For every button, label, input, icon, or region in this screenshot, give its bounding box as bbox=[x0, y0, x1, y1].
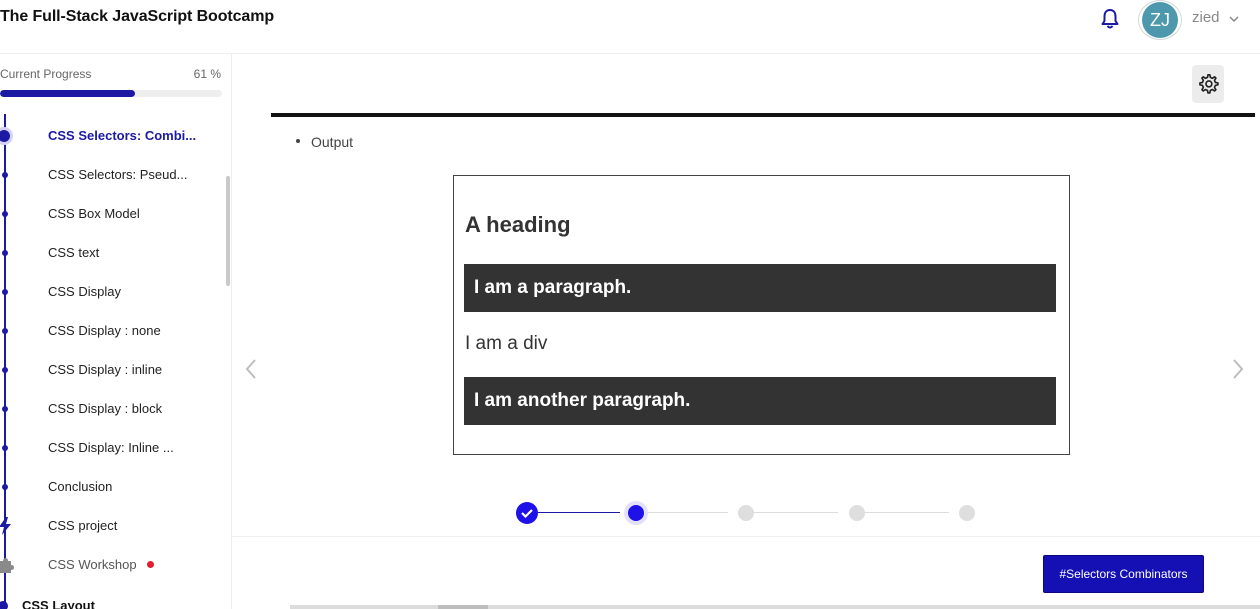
lesson-label: CSS Display : none bbox=[48, 323, 161, 338]
lesson-item[interactable]: CSS Selectors: Pseud... bbox=[0, 157, 226, 196]
settings-button[interactable] bbox=[1192, 65, 1224, 103]
puzzle-icon bbox=[0, 556, 15, 574]
lesson-item[interactable]: CSS Display : inline bbox=[0, 352, 226, 391]
next-arrow-icon[interactable] bbox=[1230, 357, 1246, 381]
lesson-item[interactable]: CSS Display : none bbox=[0, 313, 226, 352]
lesson-dot bbox=[2, 250, 8, 256]
avatar[interactable]: ZJ bbox=[1138, 0, 1182, 40]
content-divider bbox=[271, 113, 1255, 117]
bell-icon[interactable] bbox=[1100, 8, 1120, 30]
demo-paragraph: I am a paragraph. bbox=[464, 264, 1056, 312]
lesson-item[interactable]: CSS Selectors: Combi... bbox=[0, 118, 226, 157]
lesson-label: CSS Box Model bbox=[48, 206, 140, 221]
next-lesson-button[interactable]: #Selectors Combinators bbox=[1043, 555, 1204, 593]
step-upcoming[interactable] bbox=[849, 505, 865, 521]
app-root: The Full-Stack JavaScript Bootcamp ZJ zi… bbox=[0, 0, 1260, 609]
step-completed[interactable] bbox=[516, 502, 538, 524]
gear-icon bbox=[1197, 73, 1219, 98]
lesson-dot bbox=[2, 406, 8, 412]
lesson-dot bbox=[2, 289, 8, 295]
sidebar: Current Progress 61 % CSS Selectors: Com… bbox=[0, 54, 232, 609]
lesson-item[interactable]: CSS Box Model bbox=[0, 196, 226, 235]
progress-bar bbox=[0, 90, 222, 97]
demo-paragraph: I am another paragraph. bbox=[464, 377, 1056, 425]
lightning-icon bbox=[0, 517, 12, 535]
lesson-label: CSS project bbox=[48, 518, 118, 533]
notification-dot bbox=[146, 561, 154, 568]
lesson-label: CSS Display : block bbox=[48, 401, 163, 416]
lesson-item-workshop[interactable]: CSS Workshop bbox=[0, 547, 226, 586]
chevron-down-icon[interactable] bbox=[1228, 12, 1240, 24]
lesson-item[interactable]: CSS Display: Inline ... bbox=[0, 430, 226, 469]
lesson-dot bbox=[2, 445, 8, 451]
prev-arrow-icon[interactable] bbox=[243, 357, 259, 381]
lesson-label: CSS Selectors: Combi... bbox=[48, 128, 197, 143]
lesson-dot bbox=[2, 484, 8, 490]
section-header[interactable]: CSS Layout bbox=[22, 598, 95, 609]
progress-bar-fill bbox=[0, 90, 136, 97]
lesson-item-project[interactable]: CSS project bbox=[0, 508, 226, 547]
course-title: The Full-Stack JavaScript Bootcamp bbox=[0, 8, 275, 25]
top-bar: The Full-Stack JavaScript Bootcamp ZJ zi… bbox=[0, 0, 1260, 54]
output-preview: A heading I am a paragraph. I am a div I… bbox=[453, 175, 1070, 455]
lesson-label: CSS Selectors: Pseud... bbox=[48, 167, 188, 182]
lesson-label: CSS Display : inline bbox=[48, 362, 163, 377]
check-icon bbox=[521, 509, 533, 519]
section-dot bbox=[0, 601, 8, 609]
horizontal-scrollbar[interactable] bbox=[290, 605, 1260, 609]
footer-bar: #Selectors Combinators bbox=[232, 536, 1260, 609]
sidebar-scrollbar[interactable] bbox=[226, 176, 230, 286]
main-content: Output A heading I am a paragraph. I am … bbox=[232, 54, 1260, 609]
scrollbar-thumb[interactable] bbox=[438, 605, 488, 609]
step-upcoming[interactable] bbox=[738, 505, 754, 521]
lesson-dot bbox=[2, 367, 8, 373]
progress-percent: 61 % bbox=[193, 67, 221, 81]
lesson-active-dot bbox=[0, 130, 10, 142]
lesson-item[interactable]: Conclusion bbox=[0, 469, 226, 508]
avatar-initials: ZJ bbox=[1142, 2, 1178, 38]
step-connector bbox=[636, 512, 728, 513]
lesson-item[interactable]: CSS Display bbox=[0, 274, 226, 313]
step-upcoming[interactable] bbox=[959, 505, 975, 521]
step-connector bbox=[746, 512, 838, 513]
lesson-dot bbox=[2, 328, 8, 334]
lesson-dot bbox=[2, 172, 8, 178]
demo-heading: A heading bbox=[465, 212, 571, 237]
username[interactable]: zied bbox=[1192, 9, 1220, 26]
lesson-label: CSS text bbox=[48, 245, 100, 260]
progress-label: Current Progress bbox=[0, 67, 92, 81]
lesson-label: CSS Display bbox=[48, 284, 121, 299]
lesson-dot bbox=[2, 211, 8, 217]
demo-div: I am a div bbox=[465, 333, 548, 354]
step-connector bbox=[856, 512, 949, 513]
bullet bbox=[296, 139, 300, 143]
step-current[interactable] bbox=[628, 505, 644, 521]
workshop-label: CSS Workshop bbox=[48, 557, 137, 572]
lesson-item[interactable]: CSS Display : block bbox=[0, 391, 226, 430]
output-label: Output bbox=[311, 134, 354, 150]
lesson-label: CSS Workshop bbox=[48, 557, 154, 572]
slide-stepper bbox=[516, 502, 976, 524]
lesson-label: CSS Display: Inline ... bbox=[48, 440, 174, 455]
lesson-label: Conclusion bbox=[48, 479, 113, 494]
step-connector bbox=[538, 512, 620, 513]
lesson-item[interactable]: CSS text bbox=[0, 235, 226, 274]
